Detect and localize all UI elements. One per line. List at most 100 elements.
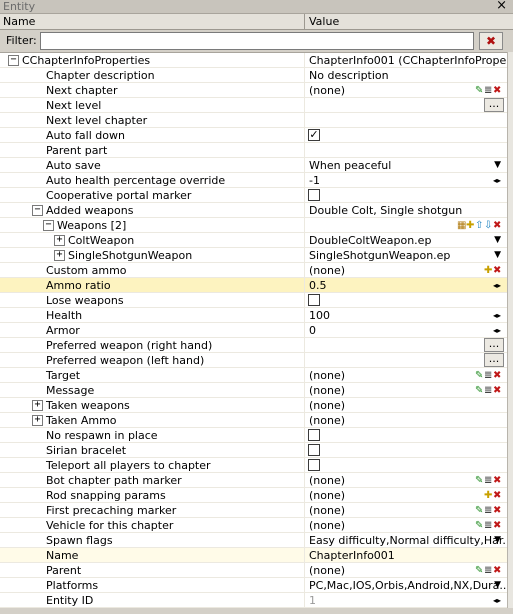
property-row-next-chapter[interactable]: Next chapter (none) ✎≣✖ [0, 83, 507, 98]
checkbox[interactable] [308, 429, 320, 441]
list-icon[interactable]: ≣ [484, 518, 493, 533]
property-row-parent[interactable]: Parent (none) ✎≣✖ [0, 563, 507, 578]
property-row-weapons-2[interactable]: − Weapons [2] ▦✚⇧⇩✖ [0, 218, 507, 233]
property-row-health[interactable]: Health 100 ◂▸ [0, 308, 507, 323]
property-value[interactable]: When peaceful [306, 158, 507, 173]
close-icon[interactable]: × [496, 0, 507, 13]
property-row-singleshotgunweapon[interactable]: + SingleShotgunWeapon SingleShotgunWeapon.… [0, 248, 507, 263]
add-icon[interactable]: ✚ [484, 488, 493, 503]
property-row-message[interactable]: Message (none) ✎≣✖ [0, 383, 507, 398]
property-value[interactable]: 0.5 [306, 278, 507, 293]
property-row-vehicle-for-this-chapter[interactable]: Vehicle for this chapter (none) ✎≣✖ [0, 518, 507, 533]
property-row-preferred-weapon-right-hand[interactable]: Preferred weapon (right hand)... [0, 338, 507, 353]
browse-button[interactable]: ... [484, 338, 504, 352]
property-row-spawn-flags[interactable]: Spawn flags Easy difficulty,Normal diffic… [0, 533, 507, 548]
property-row-taken-ammo[interactable]: + Taken Ammo (none) [0, 413, 507, 428]
property-row-teleport-all-players-to-chapter[interactable]: Teleport all players to chapter [0, 458, 507, 473]
expand-icon[interactable]: + [32, 415, 43, 426]
list-icon[interactable]: ≣ [484, 83, 493, 98]
property-value[interactable]: SingleShotgunWeapon.ep [306, 248, 507, 263]
column-header-value[interactable]: Value [306, 14, 339, 30]
property-value[interactable] [306, 338, 507, 353]
spin-arrows-icon[interactable]: ◂▸ [493, 173, 501, 188]
vertical-scrollbar[interactable] [507, 52, 513, 608]
delete-icon[interactable]: ✖ [493, 518, 502, 533]
property-row-cchapterinfoproperties[interactable]: − CChapterInfoProperties ChapterInfo001 (C… [0, 53, 507, 68]
property-row-lose-weapons[interactable]: Lose weapons [0, 293, 507, 308]
property-value[interactable]: ChapterInfo001 [306, 548, 507, 563]
property-value[interactable]: 100 [306, 308, 507, 323]
property-row-next-level-chapter[interactable]: Next level chapter [0, 113, 507, 128]
edit-icon[interactable]: ✎ [475, 503, 484, 518]
property-row-name[interactable]: Name ChapterInfo001 [0, 548, 507, 563]
checkbox[interactable]: ✓ [308, 129, 320, 141]
property-value[interactable]: (none) [306, 488, 507, 503]
property-value[interactable]: PC,Mac,IOS,Orbis,Android,NX,Dura... [306, 578, 507, 593]
property-value[interactable] [306, 113, 507, 128]
dropdown-arrow-icon[interactable]: ▼ [494, 158, 501, 173]
move-down-icon[interactable]: ⇩ [484, 218, 493, 233]
edit-icon[interactable]: ✎ [475, 563, 484, 578]
spin-arrows-icon[interactable]: ◂▸ [493, 323, 501, 338]
edit-icon[interactable]: ✎ [475, 368, 484, 383]
property-row-platforms[interactable]: Platforms PC,Mac,IOS,Orbis,Android,NX,Dur… [0, 578, 507, 593]
property-row-auto-health-percentage-override[interactable]: Auto health percentage override -1 ◂▸ [0, 173, 507, 188]
property-row-auto-fall-down[interactable]: Auto fall down ✓ [0, 128, 507, 143]
delete-icon[interactable]: ✖ [493, 383, 502, 398]
property-row-first-precaching-marker[interactable]: First precaching marker (none) ✎≣✖ [0, 503, 507, 518]
delete-icon[interactable]: ✖ [493, 368, 502, 383]
delete-icon[interactable]: ✖ [493, 263, 502, 278]
property-row-taken-weapons[interactable]: + Taken weapons (none) [0, 398, 507, 413]
list-icon[interactable]: ≣ [484, 473, 493, 488]
delete-icon[interactable]: ✖ [493, 473, 502, 488]
expand-icon[interactable]: + [54, 250, 65, 261]
spin-arrows-icon[interactable]: ◂▸ [493, 308, 501, 323]
delete-icon[interactable]: ✖ [493, 83, 502, 98]
dropdown-arrow-icon[interactable]: ▼ [494, 248, 501, 263]
property-value[interactable]: ChapterInfo001 (CChapterInfoProperties) [306, 53, 507, 68]
list-icon[interactable]: ≣ [484, 503, 493, 518]
property-value[interactable]: -1 [306, 173, 507, 188]
property-row-next-level[interactable]: Next level... [0, 98, 507, 113]
property-value[interactable]: No description [306, 68, 507, 83]
column-header-name[interactable]: Name [0, 14, 305, 30]
property-value[interactable]: 0 [306, 323, 507, 338]
edit-icon[interactable]: ✎ [475, 518, 484, 533]
collapse-icon[interactable]: − [8, 55, 19, 66]
edit-icon[interactable]: ✎ [475, 383, 484, 398]
property-value[interactable]: DoubleColtWeapon.ep [306, 233, 507, 248]
property-value[interactable]: Double Colt, Single shotgun [306, 203, 507, 218]
property-row-no-respawn-in-place[interactable]: No respawn in place [0, 428, 507, 443]
delete-icon[interactable]: ✖ [493, 218, 502, 233]
property-value[interactable]: (none) [306, 263, 507, 278]
copy-icon[interactable]: ▦ [457, 218, 466, 233]
dropdown-arrow-icon[interactable]: ▼ [494, 533, 501, 548]
property-value[interactable]: (none) [306, 413, 507, 428]
browse-button[interactable]: ... [484, 98, 504, 112]
property-value[interactable]: 1 [306, 593, 507, 608]
dropdown-arrow-icon[interactable]: ▼ [494, 233, 501, 248]
property-row-cooperative-portal-marker[interactable]: Cooperative portal marker [0, 188, 507, 203]
property-row-bot-chapter-path-marker[interactable]: Bot chapter path marker (none) ✎≣✖ [0, 473, 507, 488]
list-icon[interactable]: ≣ [484, 383, 493, 398]
property-row-auto-save[interactable]: Auto save When peaceful ▼ [0, 158, 507, 173]
checkbox[interactable] [308, 294, 320, 306]
property-row-added-weapons[interactable]: − Added weapons Double Colt, Single shotgu… [0, 203, 507, 218]
expand-icon[interactable]: + [32, 400, 43, 411]
add-icon[interactable]: ✚ [484, 263, 493, 278]
property-value[interactable] [306, 98, 507, 113]
property-row-sirian-bracelet[interactable]: Sirian bracelet [0, 443, 507, 458]
property-row-entity-id[interactable]: Entity ID 1 ◂▸ [0, 593, 507, 608]
property-value[interactable] [306, 143, 507, 158]
clear-filter-button[interactable]: ✖ [479, 32, 503, 50]
edit-icon[interactable]: ✎ [475, 83, 484, 98]
spin-arrows-icon[interactable]: ◂▸ [493, 278, 501, 293]
dropdown-arrow-icon[interactable]: ▼ [494, 578, 501, 593]
property-row-target[interactable]: Target (none) ✎≣✖ [0, 368, 507, 383]
collapse-icon[interactable]: − [32, 205, 43, 216]
property-row-rod-snapping-params[interactable]: Rod snapping params (none) ✚✖ [0, 488, 507, 503]
edit-icon[interactable]: ✎ [475, 473, 484, 488]
delete-icon[interactable]: ✖ [493, 503, 502, 518]
delete-icon[interactable]: ✖ [493, 488, 502, 503]
property-row-ammo-ratio[interactable]: Ammo ratio 0.5 ◂▸ [0, 278, 507, 293]
